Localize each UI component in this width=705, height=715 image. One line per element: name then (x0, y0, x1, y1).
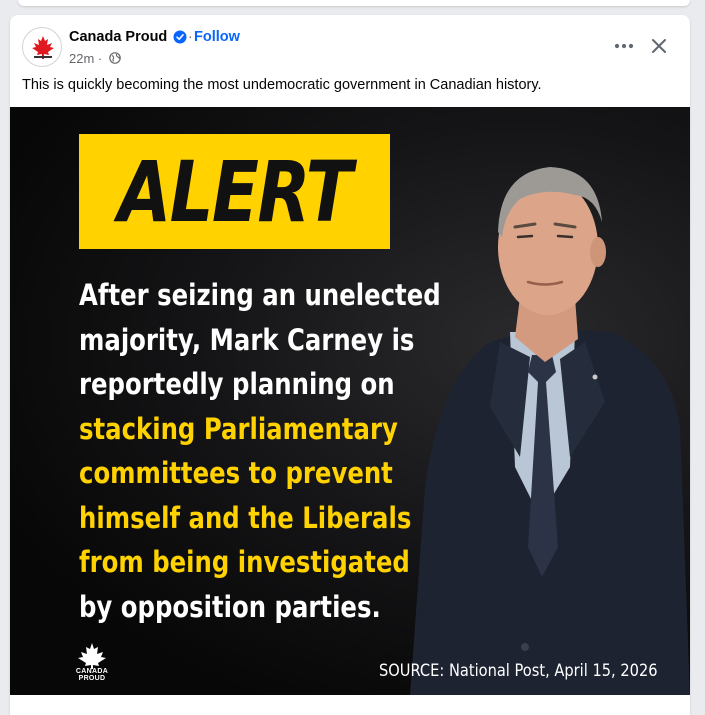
headline-line: reportedly planning on (79, 367, 395, 401)
headline-text: After seizing an unelected majority, Mar… (79, 273, 441, 629)
post-header: Canada Proud · Follow 22m · (10, 15, 690, 73)
more-options-icon (614, 43, 634, 49)
avatar[interactable] (22, 27, 62, 67)
previous-post-edge (18, 0, 690, 6)
alert-banner: ALERT (79, 134, 390, 249)
canada-proud-logo-icon (32, 36, 54, 59)
page-name[interactable]: Canada Proud (69, 29, 167, 45)
post-caption: This is quickly becoming the most undemo… (22, 77, 542, 93)
verified-badge-icon (173, 30, 187, 44)
alert-label: ALERT (118, 142, 353, 241)
headline-line: by opposition parties. (79, 589, 381, 624)
close-icon (652, 39, 666, 53)
globe-icon (109, 52, 121, 64)
meta-separator: · (97, 51, 103, 66)
post-card: Canada Proud · Follow 22m · This is quic… (10, 15, 690, 715)
headline-line-highlight: committees to prevent (79, 456, 393, 490)
separator-dot: · (188, 28, 193, 44)
man-in-suit-photo (410, 167, 690, 695)
follow-button[interactable]: Follow (194, 29, 240, 45)
headline-line: After seizing an unelected (79, 278, 441, 312)
source-credit: SOURCE: National Post, April 15, 2026 (379, 661, 658, 681)
close-button[interactable] (644, 31, 674, 61)
post-image[interactable]: ALERT After seizing an unelected majorit… (10, 107, 690, 695)
headline-line-highlight: stacking Parliamentary (79, 411, 398, 446)
timestamp-link[interactable]: 22m (69, 51, 94, 66)
headline-line-highlight: from being investigated (79, 545, 410, 579)
more-options-button[interactable] (609, 31, 639, 61)
headline-line-highlight: himself and the Liberals (79, 500, 412, 535)
headline-line: majority, Mark Carney is (79, 322, 415, 357)
logo-wordmark: CANADA PROUD (75, 668, 109, 682)
post-meta: 22m · (69, 51, 102, 66)
